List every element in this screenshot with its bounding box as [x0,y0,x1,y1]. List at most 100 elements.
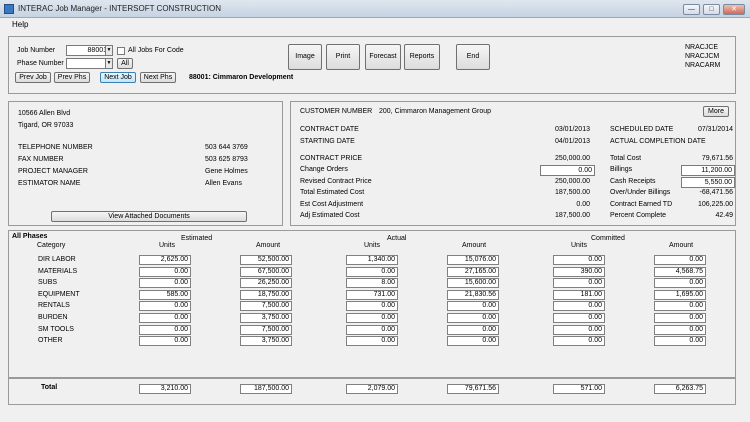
category-label: EQUIPMENT [38,290,80,298]
cell-est-units: 0.00 [139,266,191,277]
cell-est-amount: 18,750.00 [240,289,292,300]
cell-est-units: 0.00 [139,301,191,312]
cell-com-units: 0.00 [553,255,605,265]
category-label: BURDEN [38,314,68,321]
cell-act-units: 731.00 [346,289,398,300]
job-number-label: Job Number [17,47,56,54]
committed-header: Committed [591,235,625,242]
contract-earned-value: 106,225.00 [697,201,733,208]
all-phases-button[interactable]: All [117,58,133,69]
cell-com-units: 390.00 [553,266,605,277]
cell-act-amount: 0.00 [447,313,499,323]
category-label: MATERIALS [38,267,78,275]
cell-act-amount: 0.00 [447,301,499,312]
address-panel: 10566 Allen Blvd Tigard, OR 97033 TELEPH… [8,101,283,226]
cell-com-units: 0.00 [553,324,605,335]
actual-completion-label: ACTUAL COMPLETION DATE [610,138,706,145]
prev-phase-button[interactable]: Prev Phs [54,72,90,83]
minimize-button[interactable]: — [683,4,700,15]
maximize-button[interactable]: □ [703,4,720,15]
adj-estimated-cost-value: 187,500.00 [554,212,590,219]
cell-act-units: 0.00 [346,336,398,347]
total-actual-units: 2,079.00 [346,384,398,394]
estimated-amount-header: Amount [256,242,281,249]
end-button[interactable]: End [456,44,490,70]
next-phase-button[interactable]: Next Phs [140,72,176,83]
window-title: INTERAC Job Manager - INTERSOFT CONSTRUC… [18,4,221,13]
cell-com-amount: 1,695.00 [654,289,706,300]
category-label: SM TOOLS [38,325,74,333]
next-job-button[interactable]: Next Job [100,72,136,83]
cell-est-units: 0.00 [139,336,191,347]
phase-number-dropdown-icon[interactable]: ▼ [105,58,113,69]
starting-date-value: 04/01/2013 [554,138,590,145]
prev-job-button[interactable]: Prev Job [15,72,51,83]
menu-help[interactable]: Help [12,20,28,29]
user-code-1: NRACJCE [685,44,719,51]
estimator-value: Allen Evans [205,180,242,187]
cell-com-units: 0.00 [553,313,605,323]
actual-header: Actual [387,235,407,242]
title-bar: INTERAC Job Manager - INTERSOFT CONSTRUC… [0,0,750,18]
percent-complete-label: Percent Complete [610,212,667,219]
cell-est-amount: 7,500.00 [240,301,292,312]
actual-amount-header: Amount [462,242,487,249]
est-cost-adjustment-label: Est Cost Adjustment [300,201,364,208]
phase-number-input[interactable] [66,58,110,69]
contract-earned-label: Contract Earned TD [610,201,673,208]
change-orders-input[interactable]: 0.00 [540,165,595,176]
close-button[interactable]: ✕ [723,4,745,15]
cell-act-units: 0.00 [346,301,398,312]
cell-act-units: 0.00 [346,313,398,323]
all-jobs-checkbox[interactable] [117,47,125,55]
revised-contract-price-value: 250,000.00 [554,178,590,185]
cell-est-units: 2,625.00 [139,255,191,265]
total-estimated-units: 3,210.00 [139,384,191,394]
phase-number-label: Phase Number [17,60,64,67]
cell-est-units: 0.00 [139,313,191,323]
committed-amount-header: Amount [669,242,694,249]
job-number-dropdown-icon[interactable]: ▼ [105,45,113,56]
contract-panel: CUSTOMER NUMBER 200, Cimmaron Management… [290,101,736,226]
cell-com-amount: 4,568.75 [654,266,706,277]
contract-price-value: 250,000.00 [554,155,590,162]
billings-label: Billings [610,166,633,173]
cell-com-amount: 0.00 [654,255,706,265]
address-line-2: Tigard, OR 97033 [18,122,74,129]
customer-number-value: 200, Cimmaron Management Group [379,108,492,115]
reports-button[interactable]: Reports [404,44,440,70]
address-line-1: 10566 Allen Blvd [18,110,71,117]
cell-act-units: 1,340.00 [346,255,398,265]
fax-label: FAX NUMBER [18,156,64,163]
cell-com-units: 181.00 [553,289,605,300]
cell-com-units: 0.00 [553,278,605,289]
cell-est-amount: 7,500.00 [240,324,292,335]
estimated-header: Estimated [181,235,213,242]
actual-units-header: Units [364,242,380,249]
print-button[interactable]: Print [326,44,360,70]
cell-est-amount: 52,500.00 [240,255,292,265]
cash-receipts-input[interactable]: 5,550.00 [681,177,735,188]
telephone-value: 503 644 3769 [205,144,248,151]
cell-act-units: 0.00 [346,324,398,335]
image-button[interactable]: Image [288,44,322,70]
billings-input[interactable]: 11,200.00 [681,165,735,176]
cell-com-amount: 0.00 [654,336,706,347]
adj-estimated-cost-label: Adj Estimated Cost [300,212,360,219]
over-under-billings-label: Over/Under Billings [610,189,671,196]
cell-est-amount: 67,500.00 [240,266,292,277]
cell-com-amount: 0.00 [654,324,706,335]
cell-est-amount: 26,250.00 [240,278,292,289]
more-button[interactable]: More [703,106,729,117]
cell-est-units: 0.00 [139,324,191,335]
job-number-input[interactable]: 88001 [66,45,110,56]
category-header: Category [37,242,66,249]
total-cost-value: 79,671.56 [701,155,733,162]
revised-contract-price-label: Revised Contract Price [300,178,372,185]
cash-receipts-label: Cash Receipts [610,178,656,185]
est-cost-adjustment-value: 0.00 [576,201,590,208]
app-icon [4,4,14,14]
cell-act-amount: 21,830.56 [447,289,499,300]
view-attached-documents-button[interactable]: View Attached Documents [51,211,247,222]
forecast-button[interactable]: Forecast [365,44,401,70]
